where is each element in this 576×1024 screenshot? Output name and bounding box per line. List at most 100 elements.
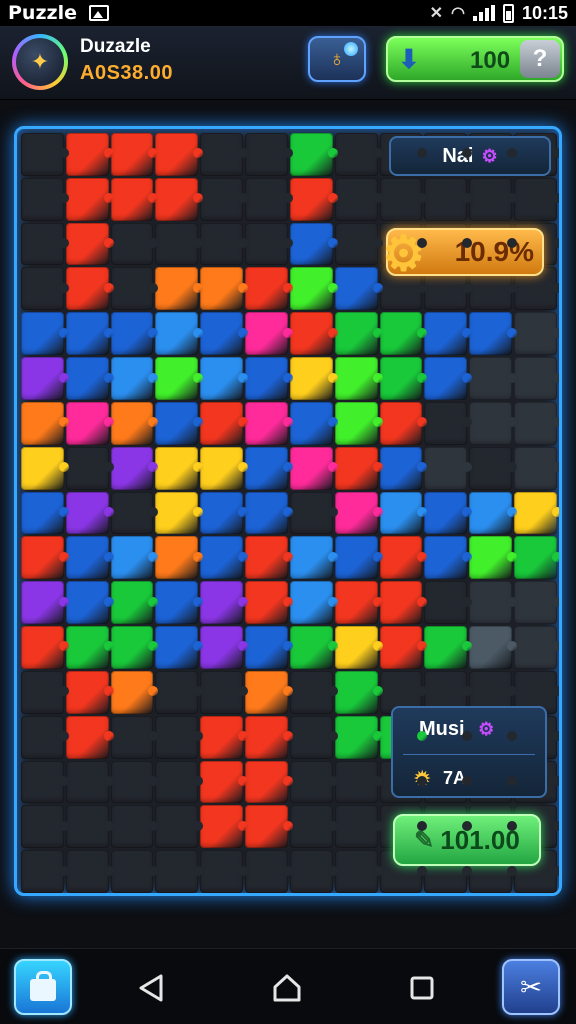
puzzle-piece[interactable] — [289, 581, 338, 625]
puzzle-piece[interactable] — [245, 626, 293, 669]
shop-button[interactable] — [14, 959, 72, 1015]
puzzle-piece[interactable] — [334, 626, 383, 669]
puzzle-piece[interactable] — [424, 312, 473, 356]
puzzle-piece[interactable] — [200, 805, 248, 849]
puzzle-piece[interactable] — [155, 133, 204, 176]
puzzle-piece[interactable] — [379, 581, 428, 625]
puzzle-piece[interactable] — [155, 626, 204, 669]
puzzle-piece[interactable] — [245, 401, 293, 445]
puzzle-piece[interactable] — [155, 491, 204, 535]
puzzle-piece[interactable] — [110, 177, 159, 221]
puzzle-piece[interactable] — [110, 581, 159, 625]
puzzle-piece[interactable] — [200, 446, 248, 490]
puzzle-piece[interactable] — [424, 626, 473, 669]
puzzle-piece[interactable] — [21, 491, 69, 535]
puzzle-piece[interactable] — [155, 446, 204, 490]
puzzle-piece[interactable] — [21, 446, 69, 490]
puzzle-piece[interactable] — [21, 536, 69, 580]
puzzle-piece[interactable] — [379, 491, 428, 535]
puzzle-piece[interactable] — [65, 626, 114, 669]
puzzle-piece[interactable] — [289, 401, 338, 445]
puzzle-piece[interactable] — [155, 581, 204, 625]
puzzle-piece[interactable] — [110, 446, 159, 490]
puzzle-piece[interactable] — [245, 491, 293, 535]
puzzle-piece[interactable] — [334, 401, 383, 445]
puzzle-piece[interactable] — [21, 581, 69, 625]
puzzle-piece[interactable] — [110, 133, 159, 176]
puzzle-piece[interactable] — [65, 581, 114, 625]
puzzle-piece[interactable] — [65, 491, 114, 535]
puzzle-piece[interactable] — [110, 401, 159, 445]
puzzle-piece[interactable] — [514, 491, 559, 535]
avatar[interactable]: ✦ — [12, 34, 68, 90]
puzzle-piece[interactable] — [65, 357, 114, 400]
puzzle-piece[interactable] — [379, 312, 428, 356]
puzzle-piece[interactable] — [200, 491, 248, 535]
puzzle-piece[interactable] — [289, 133, 338, 176]
puzzle-piece[interactable] — [110, 536, 159, 580]
puzzle-piece[interactable] — [289, 267, 338, 311]
puzzle-piece[interactable] — [65, 133, 114, 176]
puzzle-piece[interactable] — [65, 401, 114, 445]
puzzle-piece[interactable] — [334, 491, 383, 535]
puzzle-piece[interactable] — [21, 401, 69, 445]
puzzle-piece[interactable] — [334, 267, 383, 311]
puzzle-piece[interactable] — [334, 357, 383, 400]
puzzle-piece[interactable] — [334, 581, 383, 625]
puzzle-piece[interactable] — [334, 536, 383, 580]
puzzle-piece[interactable] — [245, 715, 293, 759]
home-button[interactable] — [270, 971, 304, 1005]
puzzle-piece[interactable] — [200, 760, 248, 804]
puzzle-piece[interactable] — [289, 357, 338, 400]
puzzle-piece[interactable] — [245, 581, 293, 625]
puzzle-piece[interactable] — [155, 267, 204, 311]
puzzle-piece[interactable] — [200, 626, 248, 669]
puzzle-piece[interactable] — [469, 626, 517, 669]
puzzle-piece[interactable] — [65, 312, 114, 356]
help-button[interactable]: ? — [520, 40, 560, 78]
puzzle-piece[interactable] — [245, 446, 293, 490]
puzzle-piece[interactable] — [245, 805, 293, 849]
puzzle-piece[interactable] — [110, 670, 159, 714]
puzzle-piece[interactable] — [334, 446, 383, 490]
puzzle-piece[interactable] — [289, 626, 338, 669]
back-button[interactable] — [134, 971, 168, 1005]
puzzle-piece[interactable] — [379, 357, 428, 400]
puzzle-piece[interactable] — [334, 312, 383, 356]
puzzle-piece[interactable] — [469, 491, 517, 535]
puzzle-piece[interactable] — [514, 536, 559, 580]
puzzle-piece[interactable] — [200, 357, 248, 400]
puzzle-piece[interactable] — [200, 715, 248, 759]
puzzle-piece[interactable] — [245, 357, 293, 400]
puzzle-piece[interactable] — [379, 446, 428, 490]
puzzle-piece[interactable] — [200, 267, 248, 311]
puzzle-piece[interactable] — [245, 670, 293, 714]
puzzle-piece[interactable] — [379, 401, 428, 445]
puzzle-piece[interactable] — [155, 312, 204, 356]
puzzle-piece[interactable] — [21, 357, 69, 400]
puzzle-piece[interactable] — [245, 536, 293, 580]
puzzle-piece[interactable] — [379, 536, 428, 580]
puzzle-piece[interactable] — [334, 670, 383, 714]
tools-button[interactable]: ✂ — [502, 959, 560, 1015]
puzzle-piece[interactable] — [155, 401, 204, 445]
puzzle-piece[interactable] — [65, 536, 114, 580]
puzzle-piece[interactable] — [65, 222, 114, 266]
puzzle-piece[interactable] — [289, 222, 338, 266]
recent-apps-button[interactable] — [405, 971, 439, 1005]
puzzle-piece[interactable] — [65, 670, 114, 714]
puzzle-piece[interactable] — [65, 267, 114, 311]
puzzle-piece[interactable] — [200, 312, 248, 356]
puzzle-piece[interactable] — [289, 312, 338, 356]
coin-balance-bar[interactable]: ⬇ 100 ? — [386, 36, 564, 82]
puzzle-piece[interactable] — [155, 536, 204, 580]
puzzle-piece[interactable] — [65, 177, 114, 221]
puzzle-piece[interactable] — [469, 536, 517, 580]
puzzle-piece[interactable] — [200, 581, 248, 625]
puzzle-piece[interactable] — [155, 357, 204, 400]
puzzle-piece[interactable] — [379, 626, 428, 669]
puzzle-piece[interactable] — [289, 446, 338, 490]
puzzle-piece[interactable] — [110, 312, 159, 356]
puzzle-piece[interactable] — [424, 357, 473, 400]
puzzle-piece[interactable] — [245, 760, 293, 804]
